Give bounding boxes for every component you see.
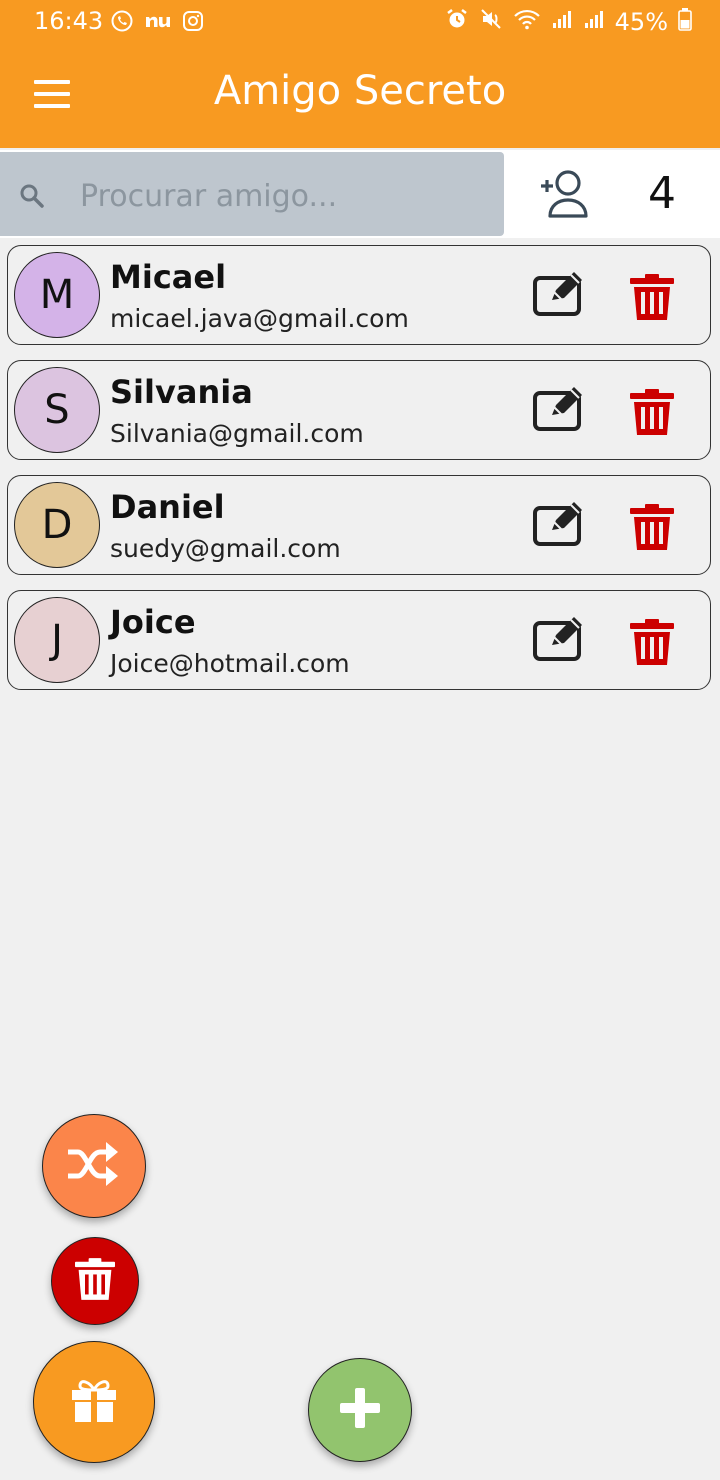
add-button[interactable] (308, 1358, 412, 1462)
avatar: J (14, 597, 100, 683)
gift-button[interactable] (33, 1341, 155, 1463)
status-left-icons (110, 9, 204, 37)
app-bar: Amigo Secreto (0, 44, 720, 148)
friend-name: Silvania (110, 373, 253, 411)
battery-percent: 45% (614, 8, 668, 36)
wifi-icon (513, 7, 541, 37)
edit-button[interactable] (532, 385, 588, 433)
shuffle-button[interactable] (42, 1114, 146, 1218)
status-bar: 16:43 45% (0, 0, 720, 44)
whatsapp-icon (110, 9, 134, 37)
delete-all-button[interactable] (51, 1237, 139, 1325)
trash-icon (630, 619, 674, 669)
avatar-initial: M (39, 272, 75, 318)
avatar: M (14, 252, 100, 338)
friend-name: Joice (110, 603, 196, 641)
status-right: 45% (445, 7, 692, 37)
add-friend-button[interactable] (538, 168, 594, 220)
edit-icon (532, 502, 588, 552)
avatar: S (14, 367, 100, 453)
search-row: 4 (0, 150, 720, 238)
search-input[interactable] (78, 172, 492, 220)
friend-card[interactable]: S Silvania Silvania@gmail.com (7, 360, 711, 460)
avatar-initial: D (41, 502, 73, 548)
avatar-initial: J (51, 617, 63, 663)
delete-button[interactable] (630, 389, 674, 435)
search-icon (18, 182, 46, 210)
delete-button[interactable] (630, 274, 674, 320)
signal-icon (583, 8, 605, 36)
avatar: D (14, 482, 100, 568)
nu-icon (144, 11, 172, 35)
trash-icon (630, 504, 674, 554)
friend-list: M Micael micael.java@gmail.com S Silvani… (7, 245, 713, 705)
edit-button[interactable] (532, 270, 588, 318)
app-title: Amigo Secreto (213, 68, 507, 114)
edit-icon (532, 272, 588, 322)
friend-email: Silvania@gmail.com (110, 419, 364, 448)
delete-button[interactable] (630, 504, 674, 550)
trash-icon (630, 389, 674, 439)
shuffle-icon (66, 1140, 122, 1193)
avatar-initial: S (44, 387, 70, 433)
friend-name: Micael (110, 258, 227, 296)
delete-button[interactable] (630, 619, 674, 665)
edit-button[interactable] (532, 615, 588, 663)
gift-icon (70, 1377, 118, 1428)
plus-icon (338, 1386, 382, 1435)
edit-icon (532, 387, 588, 437)
friend-email: suedy@gmail.com (110, 534, 341, 563)
friend-card[interactable]: M Micael micael.java@gmail.com (7, 245, 711, 345)
friend-email: micael.java@gmail.com (110, 304, 409, 333)
edit-button[interactable] (532, 500, 588, 548)
friend-name: Daniel (110, 488, 225, 526)
instagram-icon (182, 10, 204, 36)
trash-icon (630, 274, 674, 324)
mute-icon (479, 7, 503, 37)
battery-icon (678, 7, 692, 37)
status-time: 16:43 (34, 7, 104, 35)
alarm-icon (445, 7, 469, 37)
add-person-icon (538, 170, 594, 224)
friend-card[interactable]: D Daniel suedy@gmail.com (7, 475, 711, 575)
trash-icon (75, 1257, 115, 1305)
edit-icon (532, 617, 588, 667)
signal-icon (551, 8, 573, 36)
friend-email: Joice@hotmail.com (110, 649, 350, 678)
friend-count: 4 (648, 168, 676, 219)
friend-card[interactable]: J Joice Joice@hotmail.com (7, 590, 711, 690)
search-box (0, 152, 504, 236)
